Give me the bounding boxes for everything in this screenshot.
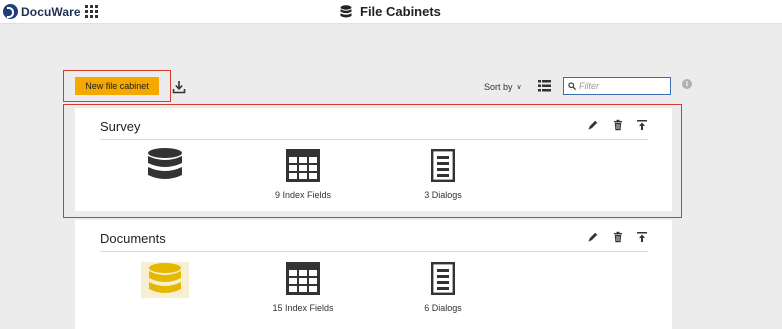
list-view-icon[interactable] — [538, 80, 551, 92]
sort-by-dropdown[interactable]: Sort by ∨ — [484, 82, 522, 92]
dialogs-count: 3 Dialogs — [424, 190, 462, 200]
database-icon — [148, 148, 182, 179]
cabinet-color — [125, 262, 205, 298]
index-fields-info: 15 Index Fields — [263, 262, 343, 313]
index-fields-info: 9 Index Fields — [263, 149, 343, 200]
dialogs-info: 3 Dialogs — [403, 149, 483, 200]
database-icon — [340, 4, 352, 17]
filter-field[interactable] — [563, 77, 671, 95]
index-fields-count: 9 Index Fields — [274, 190, 332, 200]
filter-input[interactable] — [579, 79, 669, 93]
dialogs-info: 6 Dialogs — [403, 262, 483, 313]
docuware-logo[interactable]: DocuWare — [3, 4, 81, 19]
pencil-icon[interactable] — [587, 231, 599, 243]
cabinet-name: Documents — [100, 231, 166, 246]
cabinet-color — [125, 148, 205, 182]
card-divider — [100, 139, 648, 140]
pencil-icon[interactable] — [587, 119, 599, 131]
index-fields-count: 15 Index Fields — [272, 303, 334, 313]
download-icon[interactable] — [172, 80, 186, 94]
info-icon[interactable]: i — [682, 79, 692, 89]
trash-icon[interactable] — [612, 119, 624, 131]
brand-name: DocuWare — [21, 4, 81, 19]
database-icon — [141, 262, 189, 298]
export-icon[interactable] — [636, 231, 648, 243]
search-icon — [568, 82, 576, 90]
sort-by-label: Sort by — [484, 82, 513, 92]
docuware-logo-icon — [3, 4, 18, 19]
chevron-down-icon: ∨ — [516, 84, 522, 91]
file-cabinet-card[interactable]: Survey 9 Index Fields 3 Dialogs — [75, 108, 672, 211]
table-icon — [286, 262, 320, 295]
document-list-icon — [431, 262, 455, 295]
page-title: File Cabinets — [360, 4, 441, 19]
page-header: File Cabinets — [340, 4, 441, 19]
card-divider — [100, 251, 648, 252]
document-list-icon — [431, 149, 455, 182]
trash-icon[interactable] — [612, 231, 624, 243]
cabinet-name: Survey — [100, 119, 141, 134]
app-grid-icon[interactable] — [85, 5, 98, 18]
file-cabinet-card[interactable]: Documents 15 Index Fields 6 Dialogs — [75, 220, 672, 329]
top-bar: DocuWare File Cabinets — [0, 0, 782, 24]
new-file-cabinet-button[interactable]: New file cabinet — [75, 77, 159, 95]
export-icon[interactable] — [636, 119, 648, 131]
dialogs-count: 6 Dialogs — [424, 303, 462, 313]
table-icon — [286, 149, 320, 182]
